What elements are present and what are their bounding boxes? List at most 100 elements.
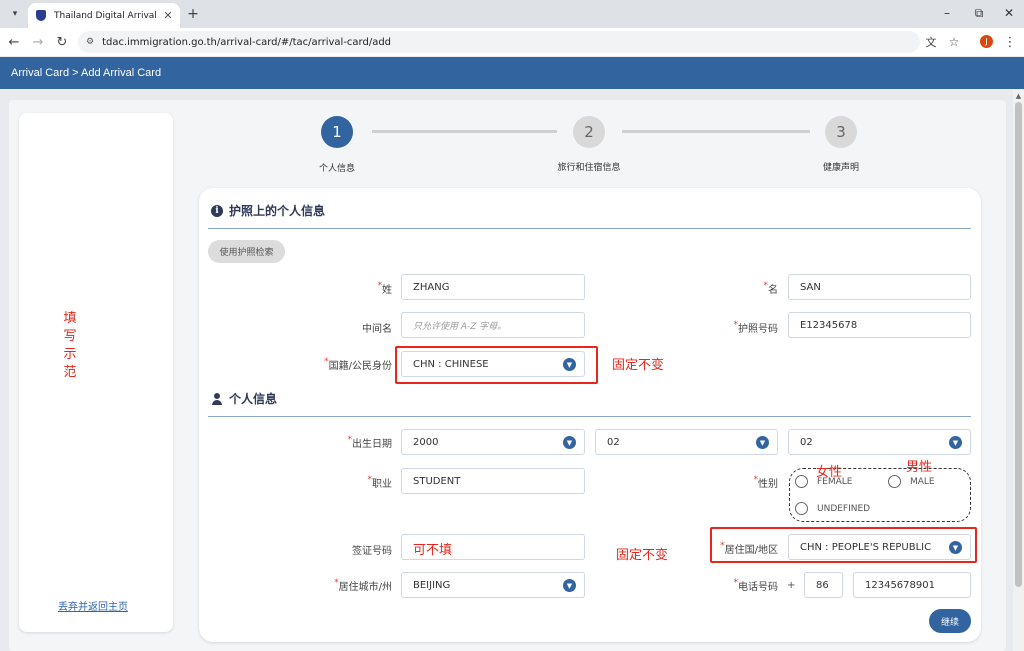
stepper-line	[372, 130, 557, 133]
app-header: Arrival Card > Add Arrival Card	[0, 57, 1024, 89]
browser-tab[interactable]: Thailand Digital Arrival Card ✕	[28, 3, 180, 28]
abandon-return-home-link[interactable]: 丢弃并返回主页	[58, 598, 128, 613]
phone-plus-sign: +	[787, 580, 796, 591]
chevron-down-icon[interactable]: ▼	[949, 436, 962, 449]
personal-section-title-text: 个人信息	[229, 392, 278, 406]
middle-name-input[interactable]: 只允许使用 A-Z 字母。	[401, 312, 585, 338]
minimize-button[interactable]: –	[937, 4, 957, 22]
sample-note-char: 范	[63, 365, 77, 380]
given-name-label-text: 名	[768, 285, 778, 296]
restore-button[interactable]: ⧉	[969, 4, 989, 22]
annotation-visa-optional: 可不填	[413, 543, 453, 558]
nationality-label: *国籍/公民身份	[300, 357, 392, 372]
step-3-label: 健康声明	[822, 163, 859, 173]
chevron-down-icon[interactable]: ▼	[563, 579, 576, 592]
radio-undefined[interactable]	[795, 502, 808, 515]
gender-female-label: FEMALE	[817, 476, 853, 487]
forward-arrow-icon[interactable]: →	[29, 33, 47, 51]
step-1-circle: 1	[321, 116, 353, 148]
new-tab-button[interactable]: +	[184, 5, 202, 23]
given-name-input[interactable]: SAN	[788, 274, 971, 300]
section-divider	[208, 416, 971, 417]
occupation-input[interactable]: STUDENT	[401, 468, 585, 494]
sample-note-char: 填	[63, 311, 77, 326]
surname-label-text: 姓	[382, 285, 392, 296]
annotation-residence-fixed: 固定不变	[616, 548, 669, 563]
sample-note-char: 写	[63, 329, 77, 344]
dob-year-select[interactable]: 2000 ▼	[401, 429, 585, 455]
residence-city-label: *居住城市/州	[300, 578, 392, 593]
radio-male[interactable]	[888, 475, 901, 488]
visa-number-label: 签证号码	[352, 546, 392, 557]
browser-tab-bar: ▾ Thailand Digital Arrival Card ✕ + – ⧉ …	[0, 0, 1024, 28]
step-2-circle: 2	[573, 116, 605, 148]
gender-undefined-label: UNDEFINED	[817, 503, 871, 514]
annotation-box-residence	[710, 527, 977, 563]
nationality-label-text: 国籍/公民身份	[328, 361, 392, 372]
annotation-box-nationality	[395, 346, 598, 384]
close-window-button[interactable]: ✕	[999, 4, 1019, 22]
gender-female-option[interactable]: FEMALE	[795, 475, 853, 488]
surname-label: *姓	[300, 281, 393, 296]
dob-label: *出生日期	[300, 435, 393, 450]
phone-country-code-input[interactable]: 86	[804, 572, 843, 598]
dob-month-select[interactable]: 02 ▼	[595, 429, 778, 455]
reload-icon[interactable]: ↻	[53, 33, 71, 51]
passport-section-title-text: 护照上的个人信息	[229, 204, 326, 218]
sidebar-panel	[19, 113, 173, 632]
phone-number-input[interactable]: 12345678901	[853, 572, 971, 598]
scrollbar-thumb[interactable]	[1015, 102, 1022, 587]
sample-note-char: 示	[63, 347, 77, 362]
personal-section-title: 个人信息	[211, 390, 277, 407]
tab-close-icon[interactable]: ✕	[160, 9, 176, 22]
browser-toolbar: ← → ↻ ⚙ tdac.immigration.go.th/arrival-c…	[0, 28, 1024, 56]
given-name-label: *名	[700, 281, 779, 296]
phone-number-label-text: 电话号码	[738, 582, 778, 593]
residence-city-label-text: 居住城市/州	[338, 582, 392, 593]
translate-icon[interactable]: 文	[922, 33, 940, 51]
passport-scan-button[interactable]: 使用护照检索	[208, 240, 285, 263]
dob-day-select[interactable]: 02 ▼	[788, 429, 971, 455]
chevron-down-icon[interactable]: ▼	[563, 436, 576, 449]
site-favicon-icon	[36, 10, 46, 21]
passport-number-label-text: 护照号码	[738, 324, 778, 335]
residence-city-select[interactable]: BEIJING ▼	[401, 572, 585, 598]
bookmark-star-icon[interactable]: ☆	[945, 33, 963, 51]
residence-city-value: BEIJING	[413, 579, 451, 591]
back-arrow-icon[interactable]: ←	[5, 33, 23, 51]
dob-month-value: 02	[607, 436, 620, 448]
continue-button[interactable]: 继续	[929, 609, 971, 633]
info-icon: i	[211, 204, 223, 217]
step-3-circle: 3	[825, 116, 857, 148]
section-divider	[208, 228, 971, 229]
gender-male-option[interactable]: MALE	[888, 475, 935, 488]
middle-name-label: 中间名	[362, 324, 392, 335]
dob-day-value: 02	[800, 436, 813, 448]
person-icon	[211, 392, 223, 405]
chevron-down-icon[interactable]: ▼	[756, 436, 769, 449]
scroll-up-arrow-icon[interactable]: ▲	[1015, 92, 1022, 100]
sample-note: 填 写 示 范	[62, 310, 78, 382]
gender-undefined-option[interactable]: UNDEFINED	[795, 502, 870, 515]
tab-search-icon[interactable]: ▾	[6, 5, 24, 23]
address-bar[interactable]: ⚙ tdac.immigration.go.th/arrival-card/#/…	[78, 31, 920, 53]
step-2-label: 旅行和住宿信息	[557, 163, 621, 173]
surname-input[interactable]: ZHANG	[401, 274, 585, 300]
gender-label-text: 性别	[758, 479, 778, 490]
profile-avatar[interactable]: J	[980, 35, 993, 48]
dob-year-value: 2000	[413, 436, 439, 448]
passport-number-label: *护照号码	[700, 320, 779, 335]
passport-number-input[interactable]: E12345678	[788, 312, 971, 338]
annotation-male: 男性	[906, 460, 933, 475]
step-1-label: 个人信息	[318, 164, 355, 174]
url-text[interactable]: tdac.immigration.go.th/arrival-card/#/ta…	[102, 37, 391, 48]
annotation-nationality-fixed: 固定不变	[612, 358, 665, 373]
phone-number-label: *电话号码	[700, 578, 779, 593]
breadcrumb: Arrival Card > Add Arrival Card	[11, 67, 162, 79]
passport-section-title: i 护照上的个人信息	[211, 202, 325, 219]
radio-female[interactable]	[795, 475, 808, 488]
menu-kebab-icon[interactable]: ⋮	[1001, 33, 1019, 51]
site-info-icon[interactable]: ⚙	[86, 37, 94, 47]
tab-title: Thailand Digital Arrival Card	[54, 10, 160, 21]
dob-label-text: 出生日期	[352, 439, 392, 450]
